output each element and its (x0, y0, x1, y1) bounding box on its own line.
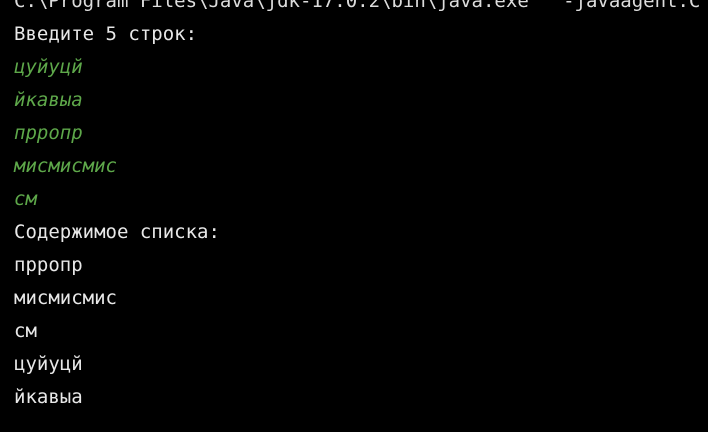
output-line: йкавыа (14, 386, 83, 408)
user-input-line: прропр (14, 122, 83, 144)
output-line: мисмисмис (14, 287, 117, 309)
user-input-line: цуйуцй (14, 56, 83, 78)
list-contents-header: Содержимое списка: (14, 221, 220, 243)
output-line: цуйуцй (14, 353, 83, 375)
user-input-line: мисмисмис (14, 155, 117, 177)
input-prompt: Введите 5 строк: (14, 23, 198, 45)
user-input-line: см (14, 188, 37, 210)
output-line: см (14, 320, 37, 342)
output-line: прропр (14, 254, 83, 276)
run-command-line: C:\Program Files\Java\jdk-17.0.2\bin\jav… (14, 0, 701, 12)
console-output: C:\Program Files\Java\jdk-17.0.2\bin\jav… (14, 0, 708, 414)
user-input-line: йкавыа (14, 89, 83, 111)
